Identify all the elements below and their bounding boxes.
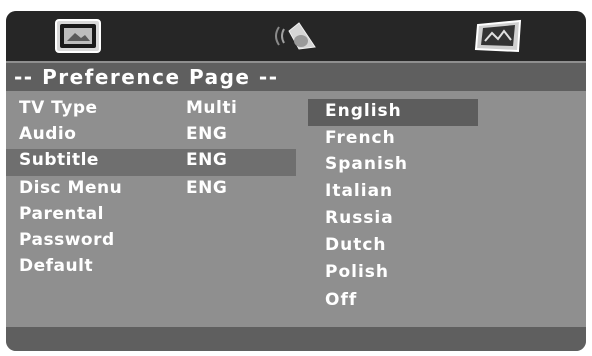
setting-label: Password: [19, 230, 115, 250]
menu-tab-bar: [6, 11, 586, 61]
speaker-icon[interactable]: [271, 19, 321, 53]
setting-label: Disc Menu: [19, 178, 123, 198]
setting-row-default[interactable]: Default: [6, 255, 296, 279]
option-off[interactable]: Off: [308, 288, 478, 315]
setting-value: Multi: [186, 98, 238, 118]
option-label: English: [325, 101, 402, 121]
setting-row-audio[interactable]: Audio ENG: [6, 123, 296, 147]
setting-label: Default: [19, 256, 94, 276]
title-bar: -- Preference Page --: [6, 63, 586, 91]
setting-value: ENG: [186, 150, 228, 170]
option-russia[interactable]: Russia: [308, 206, 478, 233]
setting-label: Audio: [19, 124, 77, 144]
option-label: Polish: [325, 262, 390, 282]
setting-label: TV Type: [19, 98, 98, 118]
option-label: Spanish: [325, 154, 409, 174]
preference-body: TV Type Multi Audio ENG Subtitle ENG Dis…: [6, 93, 586, 319]
option-label: Italian: [325, 181, 394, 201]
setting-row-password[interactable]: Password: [6, 229, 296, 253]
osd-menu-panel: -- Preference Page -- TV Type Multi Audi…: [6, 11, 586, 351]
setting-row-tv-type[interactable]: TV Type Multi: [6, 97, 296, 121]
setting-row-parental[interactable]: Parental: [6, 203, 296, 227]
tv-screen-icon[interactable]: [55, 19, 101, 53]
option-spanish[interactable]: Spanish: [308, 152, 478, 179]
setting-row-subtitle[interactable]: Subtitle ENG: [6, 149, 296, 176]
option-polish[interactable]: Polish: [308, 260, 478, 287]
option-label: Dutch: [325, 235, 387, 255]
help-bar: [6, 327, 586, 351]
option-label: French: [325, 128, 396, 148]
setting-value: ENG: [186, 178, 228, 198]
option-label: Off: [325, 290, 358, 310]
setting-label: Subtitle: [19, 150, 99, 170]
option-dutch[interactable]: Dutch: [308, 233, 478, 260]
picture-frame-icon[interactable]: [474, 19, 524, 53]
page-title: -- Preference Page --: [14, 65, 279, 89]
option-french[interactable]: French: [308, 126, 478, 153]
setting-value: ENG: [186, 124, 228, 144]
option-english[interactable]: English: [308, 99, 478, 126]
option-label: Russia: [325, 208, 394, 228]
setting-label: Parental: [19, 204, 104, 224]
option-italian[interactable]: Italian: [308, 179, 478, 206]
setting-row-disc-menu[interactable]: Disc Menu ENG: [6, 177, 296, 201]
